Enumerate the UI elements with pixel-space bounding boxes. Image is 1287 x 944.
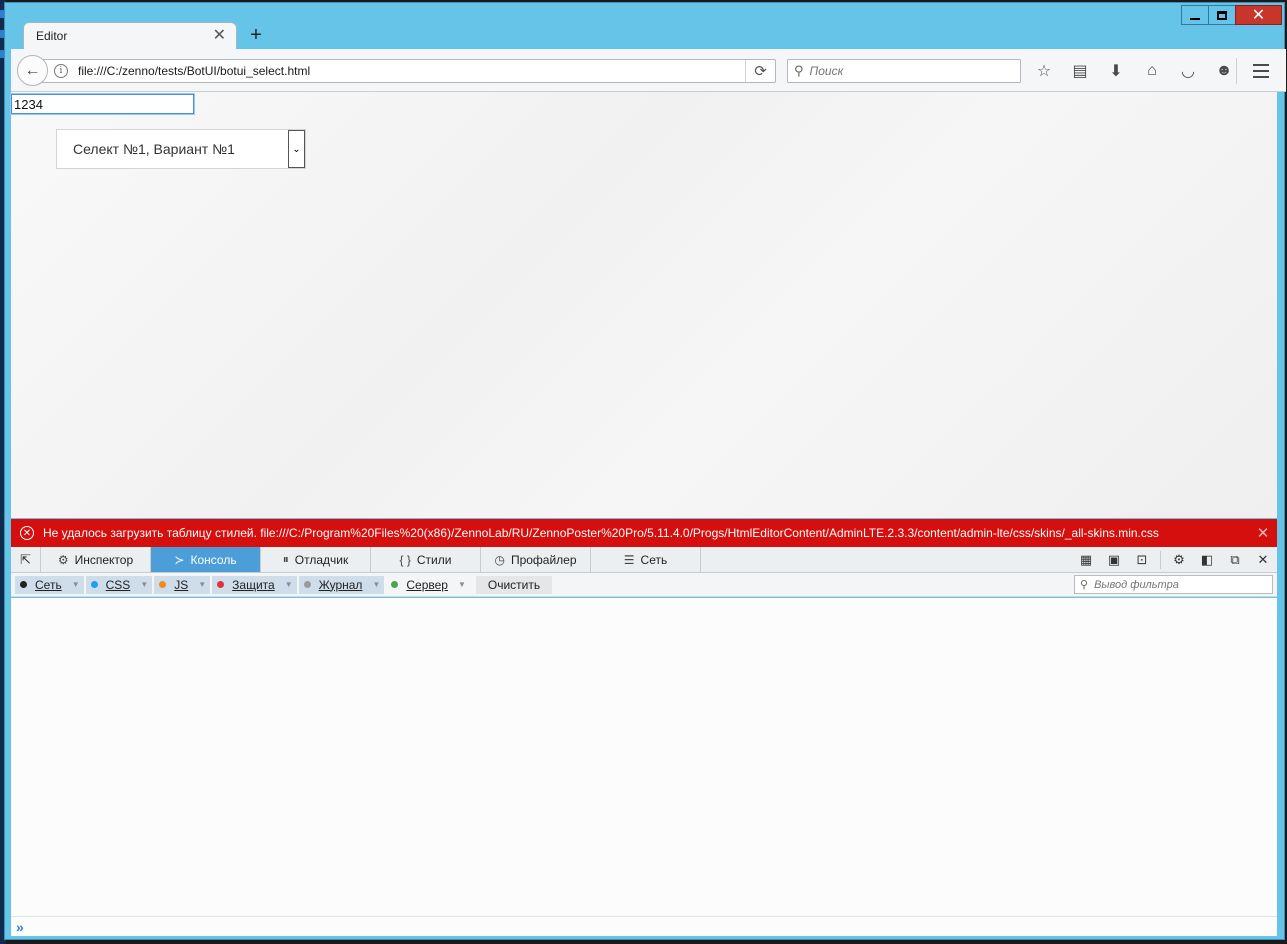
reload-icon[interactable]: ⟳	[745, 60, 775, 82]
inspector-icon: ⚙	[57, 552, 69, 567]
screenshot-icon[interactable]: ▣	[1100, 547, 1128, 573]
pocket-icon[interactable]: ◡	[1175, 59, 1201, 83]
tab-strip: Editor ✕ +	[23, 22, 267, 49]
close-window-button[interactable]: ✕	[1235, 5, 1282, 25]
console-filter-bar: Сеть ▼ CSS ▼ JS ▼ Защита ▼ Журнал ▼ Сервер ▼ О…	[11, 573, 1277, 597]
bookmarks-list-icon[interactable]: ▤	[1067, 59, 1093, 83]
tab-profiler[interactable]: ◷ Профайлер	[481, 547, 591, 572]
undock-icon[interactable]: ⧉	[1221, 547, 1249, 573]
search-icon: ⚲	[1080, 579, 1089, 591]
page-content: Селект №1, Вариант №1 ⌄	[10, 92, 1277, 518]
split-view-icon[interactable]: ▦	[1072, 547, 1100, 573]
url-text[interactable]: file:///C:/zenno/tests/BotUI/botui_selec…	[78, 64, 745, 78]
maximize-icon	[1217, 10, 1227, 20]
back-button[interactable]: ←	[17, 55, 48, 86]
tab-debugger[interactable]: ⏸ Отладчик	[261, 547, 371, 572]
settings-icon[interactable]: ⚙	[1165, 547, 1193, 573]
tab-console[interactable]: ≻ Консоль	[151, 547, 261, 572]
toolbar-icons: ☆ ▤ ⬇ ⌂ ◡ ☻	[1031, 59, 1247, 83]
tab-inspector[interactable]: ⚙ Инспектор	[41, 547, 151, 572]
toolbar-separator	[1236, 58, 1237, 84]
console-input[interactable]	[29, 919, 1230, 934]
console-prompt-icon: »	[16, 918, 24, 935]
error-message: Не удалось загрузить таблицу стилей. fil…	[43, 526, 1159, 540]
logging-dot	[303, 581, 311, 588]
hamburger-menu-icon[interactable]	[1248, 59, 1274, 83]
divider	[1160, 550, 1161, 569]
tab-label: Стили	[416, 552, 452, 567]
select-value: Селект №1, Вариант №1	[73, 141, 235, 157]
css-dot	[90, 581, 98, 588]
pause-icon: ⏸	[282, 552, 289, 566]
caret-down-icon[interactable]: ▼	[72, 580, 80, 589]
console-output	[11, 598, 1277, 916]
responsive-icon[interactable]: ⊡	[1128, 547, 1156, 573]
error-icon: ✕	[20, 526, 34, 540]
filter-logging[interactable]: Журнал ▼	[298, 575, 385, 594]
tab-label: Инспектор	[74, 552, 134, 567]
new-tab-button[interactable]: +	[245, 22, 267, 49]
minimize-button[interactable]	[1181, 5, 1209, 25]
filter-server[interactable]: Сервер ▼	[386, 576, 470, 594]
search-icon: ⚲	[794, 63, 804, 78]
chevron-down-icon[interactable]: ⌄	[288, 130, 305, 168]
tab-style-editor[interactable]: { } Стили	[371, 547, 481, 572]
tab-editor[interactable]: Editor ✕	[23, 22, 237, 49]
page-select[interactable]: Селект №1, Вариант №1 ⌄	[56, 129, 306, 169]
net-dot	[20, 581, 27, 588]
devtools-toolbar: ⇱ ⚙ Инспектор ≻ Консоль ⏸ Отладчик { } Стили…	[11, 547, 1277, 573]
network-icon: ☰	[623, 552, 635, 567]
url-bar[interactable]: i file:///C:/zenno/tests/BotUI/botui_sel…	[31, 59, 776, 83]
window-controls: ✕	[1181, 5, 1282, 25]
downloads-icon[interactable]: ⬇	[1103, 59, 1129, 83]
filter-net[interactable]: Сеть ▼	[15, 575, 84, 594]
tab-close-icon[interactable]: ✕	[213, 28, 226, 44]
devtools-right-controls: ▦ ▣ ⊡ ⚙ ◧ ⧉ ✕	[1072, 547, 1277, 572]
caret-down-icon[interactable]: ▼	[285, 580, 293, 589]
tab-label: Консоль	[190, 552, 237, 567]
stopwatch-icon: ◷	[494, 552, 505, 567]
tab-label: Профайлер	[510, 552, 577, 567]
tab-label: Отладчик	[294, 552, 349, 567]
console-icon: ≻	[174, 552, 185, 567]
dock-side-icon[interactable]: ◧	[1193, 547, 1221, 573]
browser-window: ✕ Editor ✕ + ← i file:///C:/zenno/tests/…	[4, 2, 1286, 940]
nav-toolbar: ← i file:///C:/zenno/tests/BotUI/botui_s…	[11, 49, 1286, 92]
filter-output-input[interactable]	[1094, 578, 1265, 591]
element-picker-icon[interactable]: ⇱	[11, 547, 41, 572]
page-text-input[interactable]	[10, 93, 195, 115]
caret-down-icon[interactable]: ▼	[458, 580, 466, 589]
search-bar[interactable]: ⚲	[787, 59, 1021, 83]
close-devtools-icon[interactable]: ✕	[1249, 547, 1277, 573]
search-input[interactable]	[809, 64, 1000, 78]
tab-label: Сеть	[640, 552, 668, 567]
back-arrow-icon: ←	[24, 61, 41, 79]
console-input-row: »	[11, 916, 1277, 936]
stylesheet-error-bar: ✕ Не удалось загрузить таблицу стилей. f…	[11, 519, 1277, 547]
tab-title: Editor	[36, 29, 68, 43]
site-info-icon[interactable]: i	[54, 64, 68, 78]
close-icon: ✕	[1251, 7, 1266, 24]
tab-network[interactable]: ☰ Сеть	[591, 547, 701, 572]
filter-css[interactable]: CSS ▼	[85, 575, 153, 594]
filter-js[interactable]: JS ▼	[154, 575, 211, 594]
js-dot	[159, 581, 167, 588]
caret-down-icon[interactable]: ▼	[140, 580, 148, 589]
home-icon[interactable]: ⌂	[1139, 59, 1165, 83]
clear-console-button[interactable]: Очистить	[475, 575, 553, 594]
error-close-icon[interactable]: ✕	[1249, 524, 1277, 542]
caret-down-icon[interactable]: ▼	[372, 580, 380, 589]
chat-icon[interactable]: ☻	[1211, 59, 1237, 83]
security-dot	[217, 581, 225, 588]
minimize-icon	[1190, 18, 1200, 20]
filter-security[interactable]: Защита ▼	[212, 575, 297, 594]
maximize-button[interactable]	[1208, 5, 1236, 25]
console-filter-field[interactable]: ⚲	[1074, 575, 1273, 594]
braces-icon: { }	[399, 552, 411, 567]
bookmark-star-icon[interactable]: ☆	[1031, 59, 1057, 83]
server-dot	[391, 581, 399, 588]
caret-down-icon[interactable]: ▼	[198, 580, 206, 589]
